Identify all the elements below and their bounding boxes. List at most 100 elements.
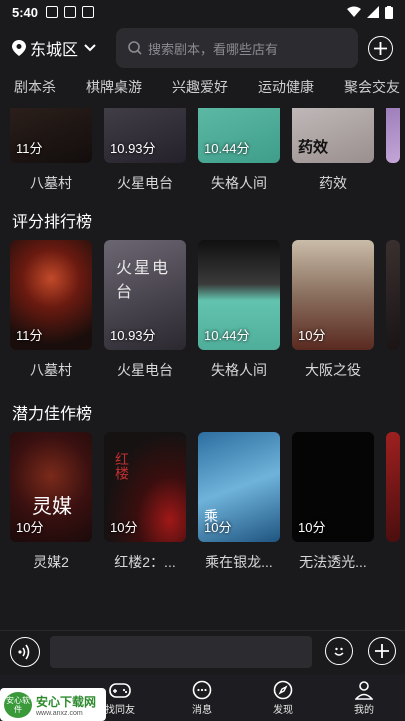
script-card[interactable]: 10.93分 火星电台 xyxy=(104,108,186,193)
script-title: 大阪之役 xyxy=(305,362,361,378)
more-button[interactable] xyxy=(368,637,396,665)
script-card[interactable]: 药效 药效 xyxy=(292,108,374,193)
poster-text: 红楼 xyxy=(114,452,130,480)
voice-button[interactable] xyxy=(10,637,40,667)
poster-image: 药效 xyxy=(292,108,374,163)
script-title: 红楼2：... xyxy=(114,554,176,570)
script-card[interactable]: 10分 大阪之役 xyxy=(292,240,374,380)
content-scroll[interactable]: 11分 八墓村 10.93分 火星电台 10.44分 失格人间 药效 药效 评分… xyxy=(0,108,405,628)
script-title: 失格人间 xyxy=(211,175,267,191)
notification-icon xyxy=(64,6,77,18)
poster-image: 红楼 10分 xyxy=(104,432,186,542)
script-card[interactable]: 10分 无法透光... xyxy=(292,432,374,572)
script-title: 八墓村 xyxy=(30,175,72,191)
location-pin-icon xyxy=(12,40,26,56)
script-card[interactable] xyxy=(386,108,400,163)
notification-icon xyxy=(46,6,59,18)
tab-jubensha[interactable]: 剧本杀 xyxy=(14,77,56,97)
section-title: 评分排行榜 xyxy=(12,214,93,231)
score-badge: 10.44分 xyxy=(204,141,250,156)
script-card[interactable]: 红楼 10分 红楼2：... xyxy=(104,432,186,572)
poster-image xyxy=(386,432,400,542)
nav-label: 消息 xyxy=(192,705,212,716)
nav-messages[interactable]: 消息 xyxy=(172,679,232,716)
poster-image: 乘 10分 xyxy=(198,432,280,542)
add-button[interactable] xyxy=(368,36,393,61)
nav-label: 我的 xyxy=(354,705,374,716)
compass-icon xyxy=(273,680,293,700)
chat-input-bar xyxy=(0,630,405,674)
nav-discover[interactable]: 发现 xyxy=(253,679,313,716)
emoji-button[interactable] xyxy=(325,637,353,665)
poster-image: 10分 xyxy=(292,240,374,350)
poster-image: 火星电台 10.93分 xyxy=(104,240,186,350)
signal-icon xyxy=(367,6,379,18)
script-title: 药效 xyxy=(319,175,347,191)
poster-image: 11分 xyxy=(10,240,92,350)
nav-label: 找同友 xyxy=(105,705,135,716)
score-badge: 10.44分 xyxy=(204,328,250,343)
score-badge: 10分 xyxy=(298,328,326,343)
chevron-down-icon xyxy=(84,44,96,52)
score-badge: 11分 xyxy=(16,328,43,343)
location-selector[interactable]: 东城区 xyxy=(12,36,112,60)
section-title: 潜力佳作榜 xyxy=(12,406,93,423)
search-input[interactable]: 搜索剧本，看哪些店有 xyxy=(116,28,358,68)
poster-text: 灵媒 xyxy=(32,496,72,518)
watermark-logo: 安心软件 xyxy=(4,691,32,718)
voice-icon xyxy=(18,644,30,660)
script-title: 乘在银龙... xyxy=(205,554,273,570)
tab-boardgames[interactable]: 棋牌桌游 xyxy=(86,77,142,97)
script-title: 八墓村 xyxy=(30,362,72,378)
script-card[interactable]: 火星电台 10.93分 火星电台 xyxy=(104,240,186,380)
plus-icon xyxy=(374,42,387,55)
watermark: 安心软件 安心下载网 www.anxz.com xyxy=(0,688,106,721)
script-card[interactable]: 乘 10分 乘在银龙... xyxy=(198,432,280,572)
script-card[interactable]: 10.44分 失格人间 xyxy=(198,108,280,193)
emoji-icon xyxy=(334,647,344,656)
score-badge: 10分 xyxy=(110,520,138,535)
user-icon xyxy=(355,681,373,700)
script-title: 失格人间 xyxy=(211,362,267,378)
watermark-name: 安心下载网 xyxy=(36,694,97,709)
search-placeholder: 搜索剧本，看哪些店有 xyxy=(148,41,279,57)
script-card[interactable]: 11分 八墓村 xyxy=(10,240,92,380)
message-input[interactable] xyxy=(50,636,312,668)
poster-image xyxy=(386,240,400,350)
score-badge: 10分 xyxy=(16,520,44,535)
top-bar: 东城区 搜索剧本，看哪些店有 xyxy=(0,28,405,68)
chat-icon xyxy=(192,680,212,700)
poster-text: 火星电台 xyxy=(116,260,171,301)
poster-image: 10.93分 xyxy=(104,108,186,163)
script-title: 火星电台 xyxy=(117,175,173,191)
poster-image: 10.44分 xyxy=(198,108,280,163)
tab-hobbies[interactable]: 兴趣爱好 xyxy=(172,77,228,97)
script-card[interactable]: 11分 八墓村 xyxy=(10,108,92,193)
tab-social[interactable]: 聚会交友 xyxy=(344,77,400,97)
score-badge: 10.93分 xyxy=(110,328,156,343)
script-card[interactable] xyxy=(386,240,400,350)
poster-text: 药效 xyxy=(298,139,329,156)
script-title: 灵媒2 xyxy=(33,554,69,570)
search-icon xyxy=(128,41,142,55)
script-title: 无法透光... xyxy=(299,554,367,570)
nav-label: 发现 xyxy=(273,705,293,716)
nav-profile[interactable]: 我的 xyxy=(334,679,394,716)
tab-sports[interactable]: 运动健康 xyxy=(258,77,314,97)
poster-image: 灵媒 10分 xyxy=(10,432,92,542)
poster-image: 11分 xyxy=(10,108,92,163)
location-label: 东城区 xyxy=(30,42,79,59)
score-badge: 11分 xyxy=(16,141,43,156)
plus-icon xyxy=(375,644,389,658)
script-card[interactable]: 10.44分 失格人间 xyxy=(198,240,280,380)
status-time: 5:40 xyxy=(12,4,39,20)
script-card[interactable]: 灵媒 10分 灵媒2 xyxy=(10,432,92,572)
notification-icon xyxy=(82,6,95,18)
category-tabs: 剧本杀 棋牌桌游 兴趣爱好 运动健康 聚会交友 xyxy=(0,72,405,102)
gamepad-icon xyxy=(109,683,131,698)
score-badge: 10分 xyxy=(204,520,232,535)
script-card[interactable] xyxy=(386,432,400,542)
watermark-url: www.anxz.com xyxy=(36,709,83,717)
poster-image: 10.44分 xyxy=(198,240,280,350)
poster-image xyxy=(386,108,400,163)
